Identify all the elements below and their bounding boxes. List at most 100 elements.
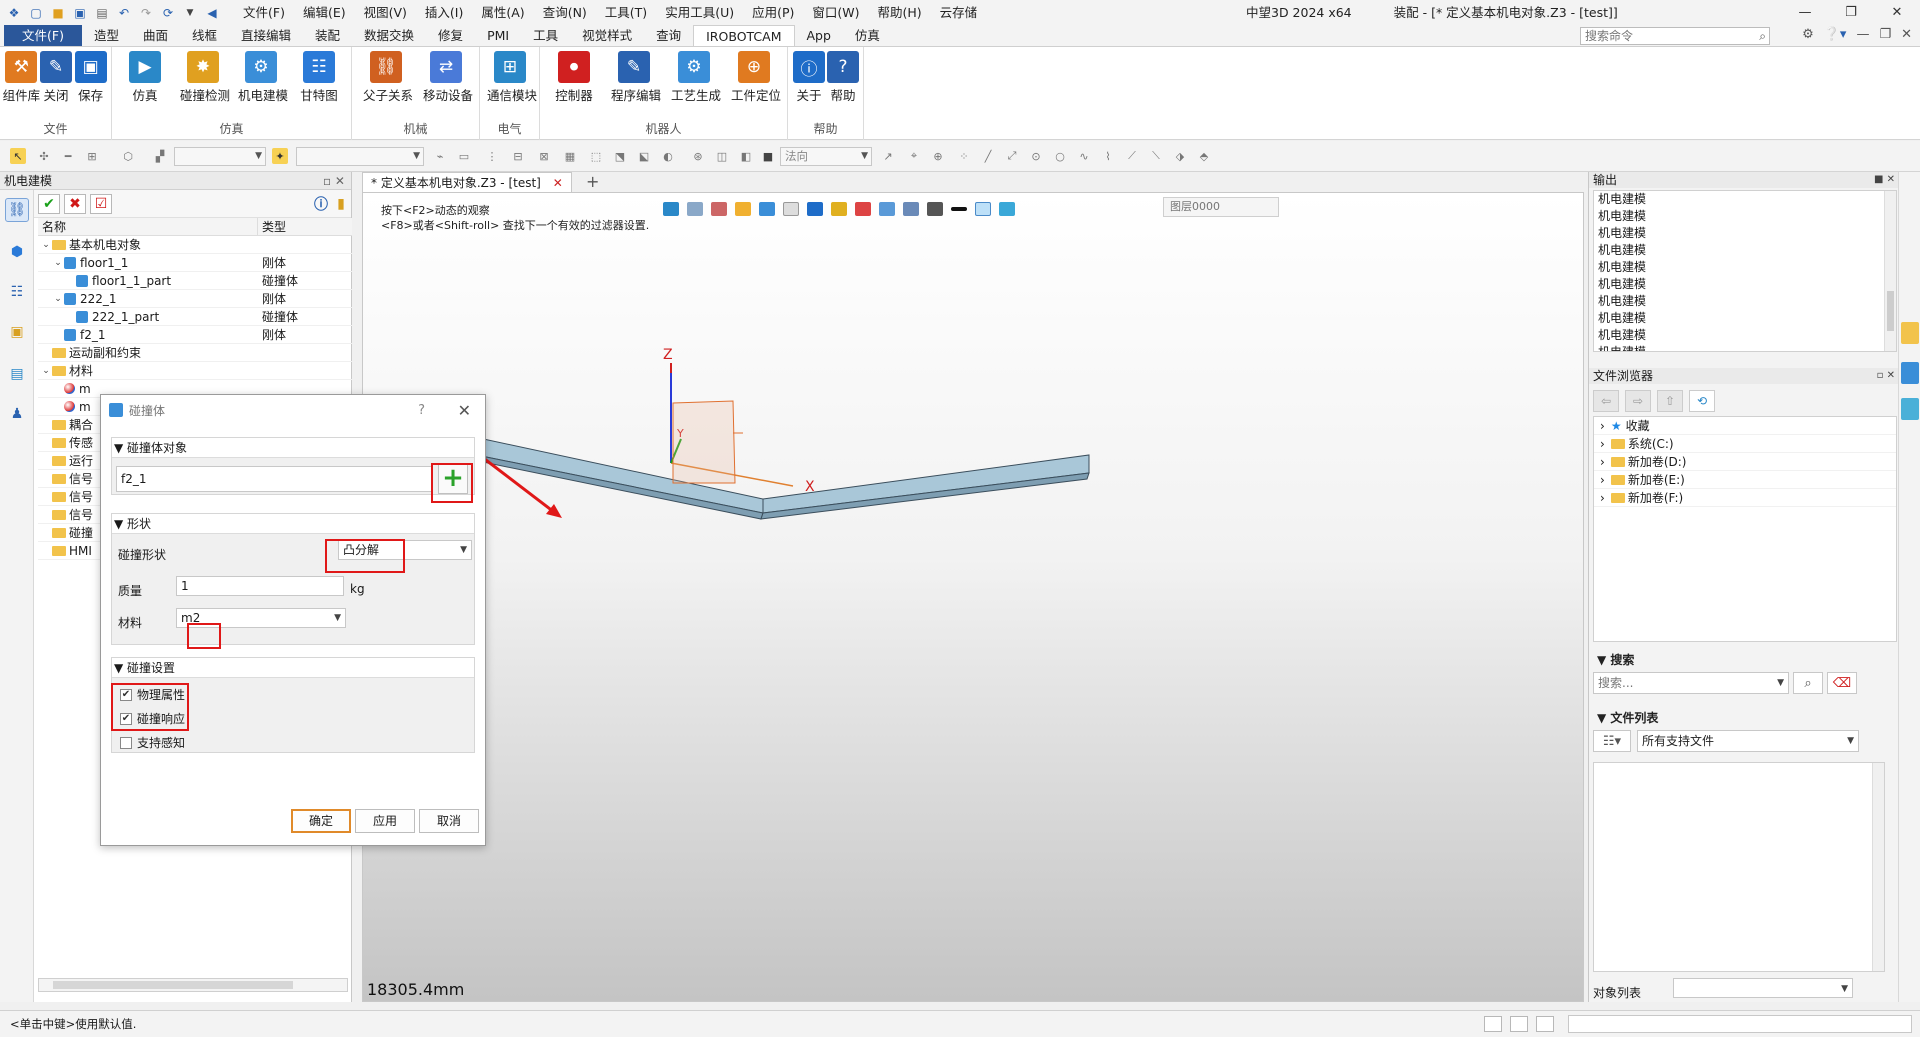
ribbon-button-2-1[interactable]: ⇄ 移动设备	[423, 51, 473, 104]
save-icon[interactable]: ▣	[72, 5, 88, 21]
highlight-filter-icon[interactable]: ✦	[272, 148, 288, 164]
ribbon-button-4-0[interactable]: ⏺ 控制器	[551, 51, 597, 104]
menu-item-6[interactable]: 工具(T)	[596, 0, 656, 25]
snap-icon-5[interactable]: ╱	[980, 148, 996, 164]
menu-item-0[interactable]: 文件(F)	[234, 0, 294, 25]
browser-item[interactable]: › 新加卷(D:)	[1594, 453, 1896, 471]
chevron-right-icon[interactable]: ›	[1600, 419, 1605, 433]
filter-combo-2[interactable]: ▼	[296, 147, 424, 166]
search-section-header[interactable]: ▼ 搜索	[1593, 650, 1897, 670]
filter-combo-1[interactable]: ▼	[174, 147, 266, 166]
snap-icon-13[interactable]: ⬗	[1172, 148, 1188, 164]
tool-icon-b[interactable]: ▭	[456, 148, 472, 164]
tree-row[interactable]: ⌄ 基本机电对象	[38, 236, 352, 254]
panel-header-icons[interactable]: ▫ ✕	[323, 172, 345, 190]
snap-icon-12[interactable]: ⟍	[1148, 148, 1164, 164]
command-search-input[interactable]: 搜索命令 ⌕	[1580, 27, 1770, 45]
output-scrollbar[interactable]	[1884, 191, 1896, 351]
select-arrow-icon[interactable]: ↖	[10, 148, 26, 164]
mechatronics-tree-icon[interactable]: ⛓	[5, 198, 29, 222]
ribbon-button-4-2[interactable]: ⚙ 工艺生成	[671, 51, 721, 104]
checkbox-sensing[interactable]	[120, 736, 132, 749]
ok-button[interactable]: 确定	[291, 809, 351, 833]
restore-button-2[interactable]: ❐	[1879, 27, 1891, 42]
palette-icon[interactable]	[1901, 362, 1919, 384]
ribbon-tab-9[interactable]: 工具	[521, 25, 570, 46]
menu-item-2[interactable]: 视图(V)	[355, 0, 416, 25]
browser-item[interactable]: › 新加卷(F:)	[1594, 489, 1896, 507]
apply-button[interactable]: 应用	[355, 809, 415, 833]
ribbon-tab-14[interactable]: 仿真	[843, 25, 892, 46]
tool-icon-d[interactable]: ⊟	[510, 148, 526, 164]
edit-check-icon[interactable]: ☑	[90, 194, 112, 214]
snap-icon-9[interactable]: ∿	[1076, 148, 1092, 164]
mass-input[interactable]: 1	[176, 576, 344, 596]
undo-icon[interactable]: ↶	[116, 5, 132, 21]
horizontal-scrollbar[interactable]	[38, 978, 348, 992]
panel-expand-icon[interactable]: ▮	[330, 194, 352, 214]
ribbon-tab-10[interactable]: 视觉样式	[570, 25, 644, 46]
chevron-down-icon[interactable]: ⌄	[52, 258, 64, 268]
snap-icon-14[interactable]: ⬘	[1196, 148, 1212, 164]
ribbon-tab-0[interactable]: 文件(F)	[4, 25, 82, 46]
ribbon-button-1-3[interactable]: ☷ 甘特图	[296, 51, 342, 104]
minus-icon[interactable]: ━	[60, 148, 76, 164]
tool-icon-a[interactable]: ⌁	[432, 148, 448, 164]
cancel-button[interactable]: 取消	[419, 809, 479, 833]
confirm-check-icon[interactable]: ✔	[38, 194, 60, 214]
target-section-header[interactable]: ▼ 碰撞体对象	[112, 438, 474, 458]
ribbon-tab-6[interactable]: 数据交换	[352, 25, 426, 46]
browser-item[interactable]: › 新加卷(E:)	[1594, 471, 1896, 489]
tree-row[interactable]: ⌄ 222_1 刚体	[38, 290, 352, 308]
column-type[interactable]: 类型	[258, 218, 286, 235]
chevron-down-icon[interactable]: ⌄	[40, 366, 52, 376]
shape-section-header[interactable]: ▼ 形状	[112, 514, 474, 534]
minimize-button-2[interactable]: —	[1856, 27, 1869, 42]
ribbon-button-3-0[interactable]: ⊞ 通信模块	[487, 51, 537, 104]
snap-icon-11[interactable]: ⟋	[1124, 148, 1140, 164]
close-button[interactable]: ✕	[1874, 0, 1920, 25]
ribbon-tab-7[interactable]: 修复	[426, 25, 475, 46]
browser-header-icons[interactable]: ▫ ✕	[1877, 368, 1895, 384]
scroll-thumb[interactable]	[1887, 291, 1894, 331]
minimize-button[interactable]: —	[1782, 0, 1828, 25]
chevron-right-icon[interactable]: ›	[1600, 473, 1605, 487]
output-header-icons[interactable]: ■ ✕	[1874, 172, 1895, 188]
status-monitor-icon[interactable]	[1510, 1016, 1528, 1032]
snap-icon-10[interactable]: ⌇	[1100, 148, 1116, 164]
ribbon-button-4-1[interactable]: ✎ 程序编辑	[611, 51, 661, 104]
assembly-icon[interactable]: ⬢	[5, 240, 29, 264]
menu-item-9[interactable]: 窗口(W)	[803, 0, 868, 25]
chevron-right-icon[interactable]: ›	[1600, 455, 1605, 469]
column-name[interactable]: 名称	[38, 218, 258, 235]
ribbon-button-1-0[interactable]: ▶ 仿真	[122, 51, 168, 104]
part-box-icon[interactable]: ▣	[5, 320, 29, 344]
ribbon-button-1-2[interactable]: ⚙ 机电建模	[238, 51, 288, 104]
menu-item-3[interactable]: 插入(I)	[416, 0, 472, 25]
clear-search-button[interactable]: ⌫	[1827, 672, 1857, 694]
menu-item-11[interactable]: 云存储	[931, 0, 987, 25]
chevron-down-icon[interactable]: ⌄	[40, 240, 52, 250]
forward-arrow-icon[interactable]: ⇨	[1625, 390, 1651, 412]
status-input[interactable]	[1568, 1015, 1912, 1033]
chevron-right-icon[interactable]: ›	[1600, 437, 1605, 451]
tree-row[interactable]: ⌄ floor1_1 刚体	[38, 254, 352, 272]
support-sensing-checkbox[interactable]: 支持感知	[120, 734, 185, 751]
status-tree-icon[interactable]	[1484, 1016, 1502, 1032]
snap-icon-7[interactable]: ⊙	[1028, 148, 1044, 164]
tool-icon-m[interactable]: ◧	[738, 148, 754, 164]
chevron-right-icon[interactable]: ›	[1600, 491, 1605, 505]
close-button-2[interactable]: ✕	[1901, 27, 1912, 42]
ribbon-tab-13[interactable]: App	[795, 25, 843, 46]
target-input[interactable]: f2_1	[116, 466, 432, 492]
browser-item[interactable]: › 系统(C:)	[1594, 435, 1896, 453]
back-arrow-icon[interactable]: ⇦	[1593, 390, 1619, 412]
file-list-scrollbar[interactable]	[1872, 763, 1884, 971]
menu-item-5[interactable]: 查询(N)	[534, 0, 596, 25]
ribbon-tab-11[interactable]: 查询	[644, 25, 693, 46]
redo-icon[interactable]: ↷	[138, 5, 154, 21]
settings-section-header[interactable]: ▼ 碰撞设置	[112, 658, 474, 678]
image-icon[interactable]: ▤	[5, 362, 29, 386]
file-list-section-header[interactable]: ▼ 文件列表	[1593, 708, 1897, 728]
chevron-down-icon[interactable]: ▼	[182, 5, 198, 21]
